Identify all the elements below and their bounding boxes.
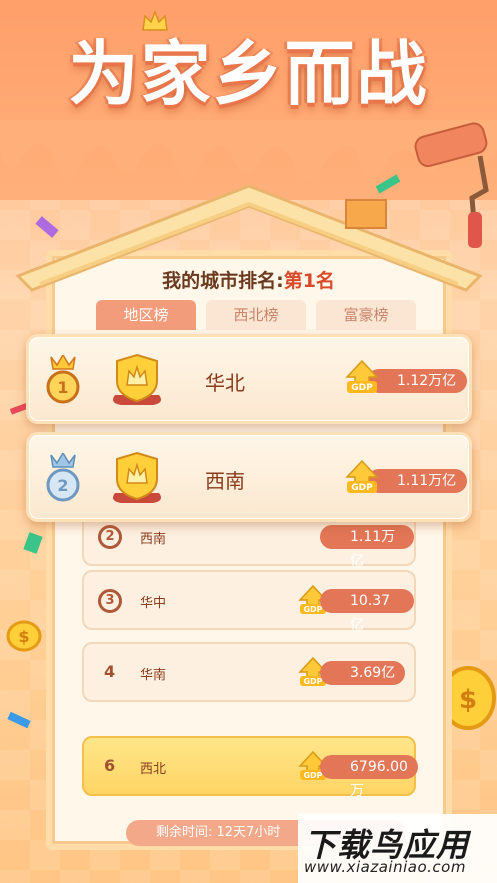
- svg-text:$: $: [18, 627, 29, 646]
- gdp-value: 1.11万亿: [320, 525, 414, 569]
- city-name: 西北: [140, 762, 167, 777]
- rank-badge: 3: [98, 589, 122, 613]
- svg-text:1: 1: [57, 378, 68, 397]
- rank-prefix: 我的城市排名:: [162, 270, 284, 292]
- svg-text:2: 2: [57, 476, 68, 495]
- page-title: 为家乡而战: [68, 33, 429, 115]
- svg-text:GDP: GDP: [351, 383, 373, 393]
- watermark-url: www.xiazainiao.com: [304, 858, 466, 876]
- my-city-rank: 我的城市排名:第1名: [0, 266, 497, 293]
- gdp-value: 6796.00万: [320, 755, 418, 799]
- svg-text:$: $: [459, 685, 477, 715]
- gold-medal-icon: 1: [46, 355, 80, 404]
- list-item[interactable]: 4 华南 GDP 3.69亿: [82, 642, 416, 702]
- city-name: 西南: [140, 532, 167, 547]
- city-name: 华南: [140, 668, 167, 683]
- tab-rich[interactable]: 富豪榜: [316, 300, 416, 330]
- featured-rank-card[interactable]: 2 西南 1.11万亿 GDP: [26, 432, 472, 522]
- city-name: 西南: [205, 469, 245, 493]
- list-item[interactable]: 3 华中 GDP 10.37亿: [82, 570, 416, 633]
- gdp-arrow-icon: GDP: [345, 359, 379, 393]
- silver-medal-icon: 2: [46, 453, 80, 502]
- svg-text:GDP: GDP: [303, 605, 322, 614]
- list-item-my-city[interactable]: 6 西北 GDP 6796.00万: [82, 736, 418, 799]
- tab-northwest[interactable]: 西北榜: [206, 300, 306, 330]
- gdp-value: 1.12万亿: [367, 369, 467, 393]
- city-name: 华北: [205, 371, 245, 395]
- gdp-value: 10.37亿: [320, 589, 414, 633]
- rank-number: 6: [104, 756, 116, 775]
- svg-text:GDP: GDP: [351, 483, 373, 493]
- gdp-value: 1.11万亿: [367, 469, 467, 493]
- rank-number: 4: [104, 662, 116, 681]
- rank-badge: 2: [98, 525, 122, 549]
- gdp-value: 3.69亿: [320, 661, 406, 685]
- shield-crown-icon: [113, 451, 161, 503]
- coin-icon: $: [6, 620, 42, 652]
- featured-rank-card[interactable]: 1 华北 1.12万亿 GDP: [26, 334, 472, 424]
- city-name: 华中: [140, 596, 167, 611]
- tab-region[interactable]: 地区榜: [96, 300, 196, 330]
- tab-bar: 地区榜 西北榜 富豪榜: [96, 300, 416, 330]
- svg-text:GDP: GDP: [303, 771, 322, 780]
- gdp-arrow-icon: GDP: [345, 459, 379, 493]
- svg-text:GDP: GDP: [303, 677, 322, 686]
- rank-value: 第1名: [283, 270, 335, 292]
- shield-crown-icon: [113, 353, 161, 405]
